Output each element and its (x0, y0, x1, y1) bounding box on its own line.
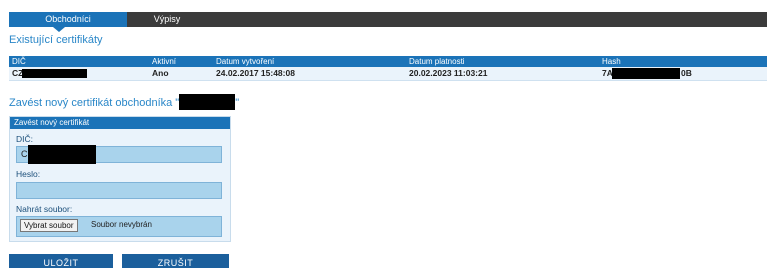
redacted-dic-value (28, 145, 96, 164)
dic-field[interactable]: C (16, 145, 222, 164)
col-hash: Hash (602, 57, 621, 66)
redacted-hash (612, 68, 680, 79)
password-field[interactable] (16, 182, 222, 199)
new-certificate-title-text: Zavést nový certifikát obchodníka " (9, 97, 180, 109)
active-tab-indicator (53, 27, 65, 32)
col-dic: DIČ (12, 57, 26, 66)
new-certificate-title-quote: " (235, 97, 240, 109)
new-certificate-title: Zavést nový certifikát obchodníka " " (9, 94, 239, 110)
cell-valid: 20.02.2023 11:03:21 (409, 68, 488, 78)
password-label: Heslo: (16, 169, 41, 179)
new-certificate-form: Zavést nový certifikát DIČ: C Heslo: Nah… (9, 116, 231, 242)
redacted-dic (22, 69, 87, 78)
cell-active: Ano (152, 68, 169, 78)
dic-label: DIČ: (16, 134, 33, 144)
upload-label: Nahrát soubor: (16, 204, 73, 214)
col-created: Datum vytvoření (216, 57, 275, 66)
tab-vypisy[interactable]: Výpisy (127, 12, 207, 27)
certificates-table-header: DIČ Aktivní Datum vytvoření Datum platno… (9, 56, 767, 67)
file-upload-field[interactable]: Vybrat soubor Soubor nevybrán (16, 216, 222, 237)
tab-bar: Obchodníci Výpisy (9, 12, 767, 27)
existing-certificates-title: Existující certifikáty (9, 34, 103, 46)
col-active: Aktivní (152, 57, 177, 66)
tab-obchodnici[interactable]: Obchodníci (9, 12, 127, 27)
no-file-text: Soubor nevybrán (91, 220, 152, 229)
table-row[interactable]: CZ Ano 24.02.2017 15:48:08 20.02.2023 11… (9, 67, 767, 81)
form-panel-title: Zavést nový certifikát (10, 117, 230, 129)
cell-hash-end: 0B (681, 68, 692, 78)
choose-file-button[interactable]: Vybrat soubor (20, 219, 78, 232)
redacted-merchant-name (179, 94, 236, 110)
cell-created: 24.02.2017 15:48:08 (216, 68, 295, 78)
col-valid: Datum platnosti (409, 57, 465, 66)
dic-field-value: C (21, 149, 28, 159)
